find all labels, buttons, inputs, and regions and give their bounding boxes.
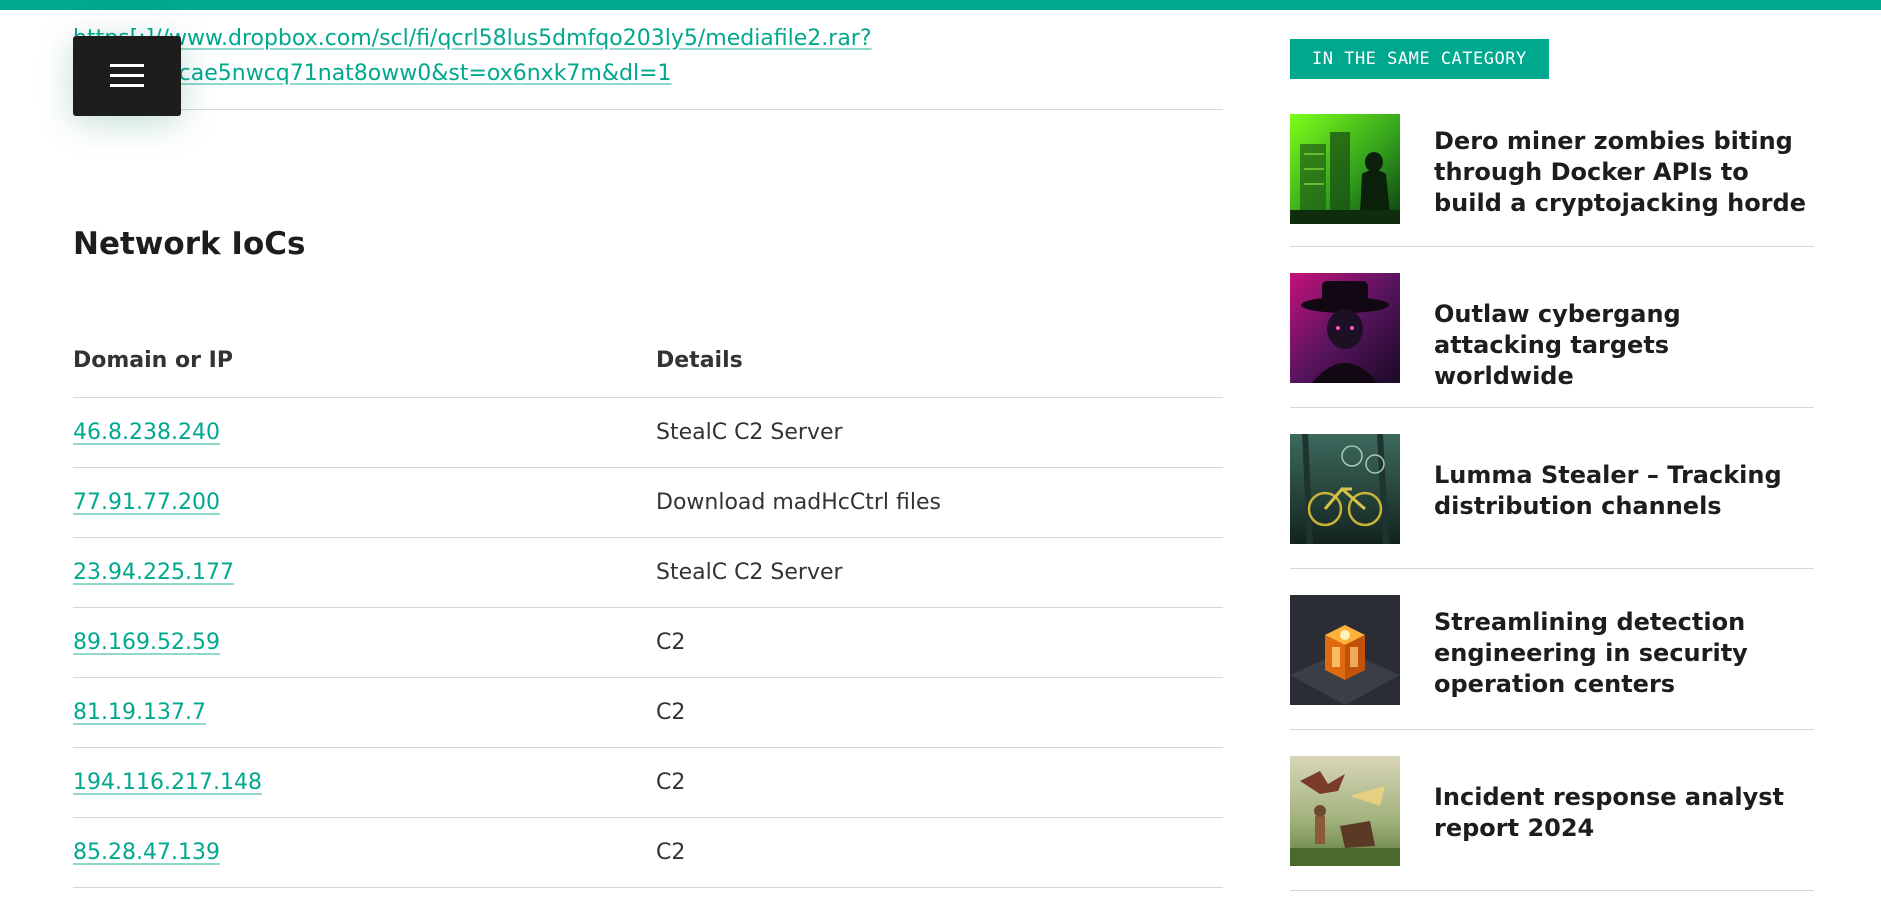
- table-row: 46.8.238.240 StealC C2 Server: [73, 397, 1223, 468]
- glowing-cube-thumbnail[interactable]: [1290, 595, 1400, 705]
- ioc-details: StealC C2 Server: [656, 397, 1223, 468]
- related-article-title[interactable]: Streamlining detection engineering in se…: [1434, 607, 1814, 700]
- hamburger-menu-icon-bar: [110, 84, 144, 87]
- related-article-title[interactable]: Incident response analyst report 2024: [1434, 782, 1814, 844]
- dragon-knight-thumbnail[interactable]: [1290, 756, 1400, 866]
- network-ioc-table: Domain or IP Details 46.8.238.240 StealC…: [73, 330, 1223, 888]
- divider: [73, 109, 1223, 110]
- table-row: 81.19.137.7 C2: [73, 677, 1223, 748]
- related-article-card[interactable]: Lumma Stealer – Tracking distribution ch…: [1290, 434, 1814, 569]
- table-row: 77.91.77.200 Download madHcCtrl files: [73, 467, 1223, 538]
- related-article-card[interactable]: Outlaw cybergang attacking targets world…: [1290, 273, 1814, 408]
- table-header-row: Domain or IP Details: [73, 330, 1223, 398]
- section-title-network-iocs: Network IoCs: [73, 226, 306, 262]
- related-article-card[interactable]: Dero miner zombies biting through Docker…: [1290, 114, 1814, 247]
- related-article-card[interactable]: Streamlining detection engineering in se…: [1290, 595, 1814, 730]
- hamburger-menu-icon: [110, 64, 144, 67]
- ioc-domain-link[interactable]: 23.94.225.177: [73, 560, 234, 585]
- green-zombie-city-thumbnail[interactable]: [1290, 114, 1400, 224]
- related-articles-sidebar: IN THE SAME CATEGORY Dero miner zombies …: [1290, 39, 1814, 891]
- related-article-title[interactable]: Outlaw cybergang attacking targets world…: [1434, 299, 1814, 392]
- table-row: 85.28.47.139 C2: [73, 817, 1223, 888]
- related-article-card[interactable]: Incident response analyst report 2024: [1290, 756, 1814, 891]
- ioc-details: Download madHcCtrl files: [656, 467, 1223, 538]
- category-tag[interactable]: IN THE SAME CATEGORY: [1290, 39, 1549, 79]
- ioc-domain-link[interactable]: 194.116.217.148: [73, 770, 262, 795]
- ioc-details: C2: [656, 677, 1223, 748]
- ioc-domain-link[interactable]: 89.169.52.59: [73, 630, 220, 655]
- related-article-title[interactable]: Lumma Stealer – Tracking distribution ch…: [1434, 460, 1814, 522]
- outlaw-hat-figure-thumbnail[interactable]: [1290, 273, 1400, 383]
- hamburger-menu-button[interactable]: [73, 36, 181, 116]
- ioc-details: C2: [656, 747, 1223, 818]
- related-articles-list: Dero miner zombies biting through Docker…: [1290, 114, 1814, 891]
- bicycles-forest-thumbnail[interactable]: [1290, 434, 1400, 544]
- related-article-title[interactable]: Dero miner zombies biting through Docker…: [1434, 126, 1814, 219]
- table-row: 194.116.217.148 C2: [73, 747, 1223, 818]
- ioc-domain-link[interactable]: 81.19.137.7: [73, 700, 206, 725]
- column-header-details: Details: [656, 330, 1223, 398]
- table-row: 23.94.225.177 StealC C2 Server: [73, 537, 1223, 608]
- dropbox-link-line-1[interactable]: https[:]//www.dropbox.com/scl/fi/qcrl58l…: [73, 26, 872, 51]
- ioc-details: C2: [656, 607, 1223, 678]
- hamburger-menu-icon-bar: [110, 74, 144, 77]
- ioc-domain-link[interactable]: 85.28.47.139: [73, 840, 220, 865]
- column-header-domain: Domain or IP: [73, 330, 656, 398]
- ioc-details: C2: [656, 817, 1223, 888]
- ioc-domain-link[interactable]: 46.8.238.240: [73, 420, 220, 445]
- table-row: 89.169.52.59 C2: [73, 607, 1223, 678]
- ioc-details: StealC C2 Server: [656, 537, 1223, 608]
- top-accent-bar: [0, 0, 1881, 10]
- ioc-domain-link[interactable]: 77.91.77.200: [73, 490, 220, 515]
